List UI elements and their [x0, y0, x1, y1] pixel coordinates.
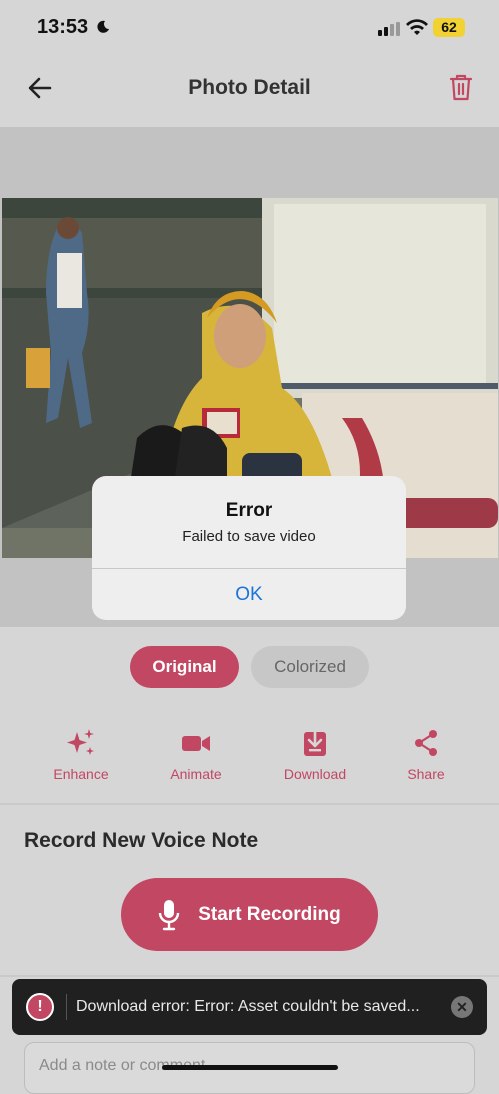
error-toast: ! Download error: Error: Asset couldn't …: [12, 979, 487, 1035]
voice-note-section-title: Record New Voice Note: [24, 829, 259, 852]
enhance-label: Enhance: [53, 766, 109, 782]
battery-indicator: 62: [433, 18, 465, 37]
download-icon: [304, 728, 326, 756]
page-title: Photo Detail: [188, 76, 311, 99]
download-button[interactable]: Download: [265, 728, 365, 782]
moon-icon: [97, 20, 109, 33]
toast-separator: [66, 994, 67, 1020]
error-dialog: Error Failed to save video OK: [92, 476, 406, 620]
status-time: 13:53: [37, 16, 89, 38]
video-camera-icon: [182, 736, 210, 751]
close-icon[interactable]: ✕: [451, 996, 473, 1018]
divider: [0, 975, 499, 977]
start-recording-button[interactable]: Start Recording: [121, 878, 378, 951]
share-button[interactable]: Share: [376, 728, 476, 782]
error-icon: !: [26, 993, 54, 1021]
toast-message: Download error: Error: Asset couldn't be…: [76, 998, 420, 1015]
divider: [0, 803, 499, 805]
share-icon: [415, 730, 437, 756]
home-indicator[interactable]: [162, 1065, 338, 1070]
download-label: Download: [283, 766, 347, 782]
start-recording-label: Start Recording: [198, 903, 341, 925]
microphone-icon: [159, 899, 180, 930]
animate-button[interactable]: Animate: [146, 728, 246, 782]
share-label: Share: [407, 766, 445, 782]
dialog-message: Failed to save video: [182, 528, 316, 545]
ok-button[interactable]: OK: [92, 569, 406, 620]
wifi-icon: [406, 19, 428, 35]
animate-label: Animate: [170, 766, 222, 782]
trash-icon[interactable]: [449, 73, 473, 101]
battery-level: 62: [441, 19, 457, 35]
tab-colorized[interactable]: Colorized: [251, 646, 369, 688]
cellular-signal-icon: [378, 22, 400, 36]
tab-original[interactable]: Original: [130, 646, 239, 688]
dialog-title: Error: [225, 500, 273, 521]
sparkles-icon: [67, 729, 94, 755]
enhance-button[interactable]: Enhance: [31, 728, 131, 782]
